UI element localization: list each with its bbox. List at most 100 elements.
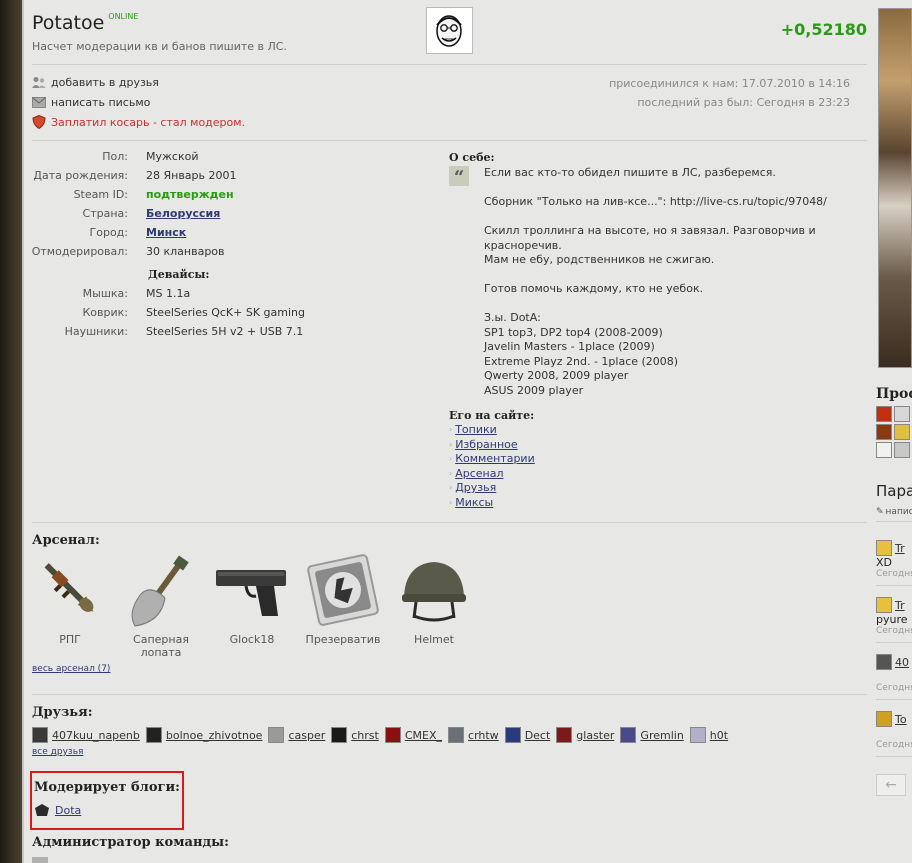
avatar[interactable] <box>426 7 473 54</box>
sidebar-comment: To Сегодня <box>876 711 912 757</box>
onsite-link[interactable]: Комментарии <box>455 452 535 467</box>
friend-avatar[interactable] <box>448 727 465 743</box>
about-line: красноречив. <box>484 238 562 252</box>
friend-link[interactable]: 407kuu_napenb <box>52 729 140 742</box>
arsenal-item[interactable]: Презерватив <box>303 550 383 659</box>
onsite-link-item[interactable]: › Топики <box>449 423 535 438</box>
sidebar-photo[interactable] <box>878 8 912 368</box>
onsite-link-item[interactable]: › Друзья <box>449 481 535 496</box>
friend-item[interactable]: casper <box>268 727 325 743</box>
write-mail-action[interactable]: написать письмо <box>32 96 150 109</box>
about-line: Сборник "Только на лив-ксе...": http://l… <box>484 195 827 208</box>
pencil-icon: ✎ <box>876 507 884 517</box>
onsite-link[interactable]: Миксы <box>455 496 493 511</box>
commenter-avatar[interactable] <box>876 654 892 670</box>
about-line: Готов помочь каждому, кто не уебок. <box>484 282 704 295</box>
friend-link[interactable]: Gremlin <box>640 729 683 742</box>
friend-avatar[interactable] <box>556 727 573 743</box>
sidebar-avatar[interactable] <box>894 442 910 458</box>
onsite-link-item[interactable]: › Комментарии <box>449 452 535 467</box>
friend-item[interactable]: bolnoe_zhivotnoe <box>145 727 263 743</box>
friend-link[interactable]: bolnoe_zhivotnoe <box>166 729 263 742</box>
friend-avatar[interactable] <box>145 727 162 743</box>
commenter-link[interactable]: Tr <box>895 542 905 555</box>
about-line: ASUS 2009 player <box>484 383 584 397</box>
onsite-link[interactable]: Топики <box>455 423 497 438</box>
friend-item[interactable]: h0t <box>689 727 728 743</box>
add-friend-link[interactable]: добавить в друзья <box>51 76 159 89</box>
condom-icon <box>303 550 383 633</box>
arsenal-item[interactable]: Helmet <box>394 550 474 659</box>
commenter-avatar[interactable] <box>876 597 892 613</box>
about-line: З.ы. DotA: <box>484 311 541 324</box>
info-value-link[interactable]: Белоруссия <box>146 207 220 220</box>
friend-avatar[interactable] <box>504 727 521 743</box>
friend-link[interactable]: glaster <box>576 729 614 742</box>
info-value: 28 Январь 2001 <box>146 169 237 182</box>
comment-text <box>876 670 912 683</box>
onsite-link-item[interactable]: › Избранное <box>449 438 535 453</box>
commenter-link[interactable]: Tr <box>895 599 905 612</box>
onsite-link-item[interactable]: › Арсенал <box>449 467 535 482</box>
arsenal-title: Арсенал: <box>32 533 100 548</box>
onsite-link[interactable]: Арсенал <box>455 467 503 482</box>
friend-avatar[interactable] <box>384 727 401 743</box>
device-row: Мышка: MS 1.1a <box>2 287 191 300</box>
sidebar-avatar[interactable] <box>876 424 892 440</box>
bullet-icon: › <box>449 425 453 434</box>
friend-avatar[interactable] <box>331 727 348 743</box>
friend-item[interactable]: Gremlin <box>620 727 684 743</box>
friend-avatar[interactable] <box>620 727 637 743</box>
sidebar-avatar[interactable] <box>876 442 892 458</box>
write-mail-link[interactable]: написать письмо <box>51 96 150 109</box>
divider <box>876 756 912 757</box>
friend-avatar[interactable] <box>32 727 48 743</box>
blog-link-dota[interactable]: Dota <box>55 804 81 817</box>
moderated-blogs-title: Модерирует блоги: <box>34 780 180 795</box>
friend-item[interactable]: crhtw <box>448 727 499 743</box>
commenter-avatar[interactable] <box>876 711 892 727</box>
commenter-avatar[interactable] <box>876 540 892 556</box>
friend-link[interactable]: chrst <box>351 729 379 742</box>
add-friend-action[interactable]: добавить в друзья <box>32 76 159 89</box>
friend-link[interactable]: casper <box>288 729 325 742</box>
friend-item[interactable]: glaster <box>556 727 614 743</box>
admin-team-icon <box>32 857 48 863</box>
sidebar-avatar[interactable] <box>894 424 910 440</box>
blog-item[interactable]: Dota <box>34 803 81 817</box>
friend-link[interactable]: crhtw <box>468 729 499 742</box>
friend-link[interactable]: CMEX_ <box>405 729 442 742</box>
sidebar-write-link[interactable]: ✎ напис <box>876 507 912 517</box>
about-line: SP1 top3, DP2 top4 (2008-2009) <box>484 325 663 339</box>
moderated-blogs-box: Модерирует блоги: Dota <box>30 771 184 830</box>
friend-item[interactable]: CMEX_ <box>384 727 442 743</box>
friend-item[interactable]: 407kuu_napenb <box>32 727 140 743</box>
bullet-icon: › <box>449 483 453 492</box>
all-arsenal-link[interactable]: весь арсенал (7) <box>32 664 110 674</box>
onsite-link-item[interactable]: › Миксы <box>449 496 535 511</box>
arsenal-item[interactable]: Саперная лопата <box>121 550 201 659</box>
friend-link[interactable]: Dect <box>525 729 551 742</box>
all-friends-link[interactable]: все друзья <box>32 747 83 757</box>
friend-item[interactable]: Dect <box>504 727 551 743</box>
onsite-link[interactable]: Друзья <box>455 481 496 496</box>
arsenal-item[interactable]: Glock18 <box>212 550 292 659</box>
friend-link[interactable]: h0t <box>710 729 728 742</box>
info-label: Страна: <box>82 207 128 220</box>
sidebar-avatar[interactable] <box>894 406 910 422</box>
friend-avatar[interactable] <box>689 727 706 743</box>
friend-avatar[interactable] <box>268 727 285 743</box>
device-label: Мышка: <box>82 287 128 300</box>
comment-text: XD <box>876 556 893 569</box>
commenter-link[interactable]: 40 <box>895 656 909 669</box>
friend-item[interactable]: chrst <box>331 727 379 743</box>
commenter-link[interactable]: To <box>895 713 907 726</box>
divider <box>876 642 912 643</box>
prev-page-button[interactable]: ← <box>876 774 906 796</box>
onsite-link[interactable]: Избранное <box>455 438 517 453</box>
info-value-link[interactable]: Минск <box>146 226 186 239</box>
arsenal-item[interactable]: РПГ <box>30 550 110 659</box>
about-line: Qwerty 2008, 2009 player <box>484 369 629 382</box>
sidebar-avatar[interactable] <box>876 406 892 422</box>
bullet-icon: › <box>449 454 453 463</box>
